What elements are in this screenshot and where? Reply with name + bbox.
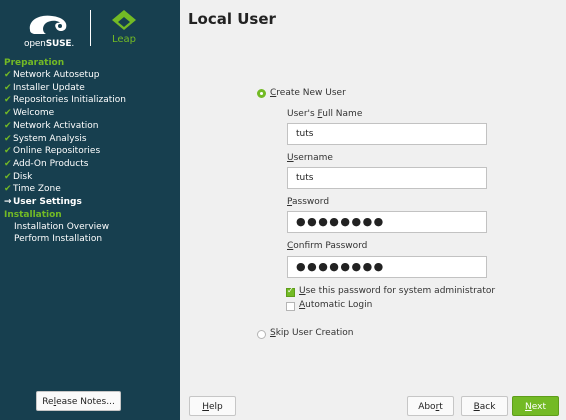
step-label: Welcome: [13, 108, 55, 119]
username-label: Username: [287, 153, 333, 163]
create-user-label[interactable]: Create New User: [270, 88, 346, 98]
step-label: Installation Overview: [14, 221, 110, 232]
install-step-installation-overview: Installation Overview: [0, 221, 180, 234]
completed-check-icon: ✔: [4, 171, 12, 182]
main-panel: Local User Create New User User's Full N…: [180, 0, 566, 420]
logo-area: openSUSE. Leap: [0, 0, 180, 55]
step-label: Time Zone: [13, 184, 61, 195]
prep-step-network-autosetup: ✔Network Autosetup: [0, 69, 180, 82]
step-label: Disk: [13, 171, 33, 182]
sidebar: openSUSE. Leap Preparation ✔Network Auto…: [0, 0, 180, 420]
prep-step-online-repositories: ✔Online Repositories: [0, 145, 180, 158]
abort-button[interactable]: Abort: [407, 396, 454, 416]
prep-step-time-zone: ✔Time Zone: [0, 183, 180, 196]
completed-check-icon: ✔: [4, 184, 12, 195]
create-user-radio[interactable]: [257, 89, 266, 98]
prep-step-add-on-products: ✔Add-On Products: [0, 158, 180, 171]
step-label: Network Autosetup: [13, 70, 100, 80]
completed-check-icon: ✔: [4, 133, 12, 144]
section-header-installation: Installation: [4, 209, 62, 220]
confirm-password-input[interactable]: ●●●●●●●●: [287, 256, 487, 278]
logo-divider: [90, 10, 91, 46]
prep-step-network-activation: ✔Network Activation: [0, 120, 180, 133]
step-label: User Settings: [13, 197, 82, 208]
prep-step-system-analysis: ✔System Analysis: [0, 133, 180, 146]
completed-check-icon: ✔: [4, 95, 12, 106]
install-step-perform-installation: Perform Installation: [0, 233, 180, 246]
release-notes-button[interactable]: Release Notes...: [36, 391, 121, 411]
back-button[interactable]: Back: [461, 396, 508, 416]
leap-logo: Leap: [106, 10, 146, 50]
completed-check-icon: ✔: [4, 70, 12, 80]
skip-user-radio[interactable]: [257, 330, 266, 339]
prep-step-installer-update: ✔Installer Update: [0, 82, 180, 95]
admin-password-label[interactable]: Use this password for system administrat…: [299, 286, 495, 296]
full-name-input[interactable]: tuts: [287, 123, 487, 145]
skip-user-label[interactable]: Skip User Creation: [270, 328, 353, 338]
leap-wordmark: Leap: [111, 34, 137, 45]
current-step-arrow-icon: →: [4, 197, 12, 208]
leap-diamond-icon: [112, 10, 136, 30]
completed-check-icon: ✔: [4, 82, 12, 93]
prep-step-user-settings: →User Settings: [0, 196, 180, 209]
step-label: Installer Update: [13, 82, 85, 93]
prep-step-repositories-initialization: ✔Repositories Initialization: [0, 94, 180, 107]
section-header-preparation: Preparation: [4, 58, 65, 68]
step-label: Perform Installation: [14, 234, 103, 245]
opensuse-wordmark: openSUSE.: [24, 39, 74, 49]
auto-login-checkbox[interactable]: [286, 302, 295, 311]
step-label: System Analysis: [13, 133, 87, 144]
next-button[interactable]: Next: [512, 396, 559, 416]
prep-step-disk: ✔Disk: [0, 171, 180, 184]
auto-login-label[interactable]: Automatic Login: [299, 300, 372, 310]
step-list: Preparation ✔Network Autosetup ✔Installer…: [0, 57, 180, 246]
completed-check-icon: ✔: [4, 120, 12, 131]
opensuse-logo: openSUSE.: [20, 10, 78, 50]
page-title: Local User: [188, 10, 276, 28]
help-button[interactable]: Help: [189, 396, 236, 416]
prep-step-welcome: ✔Welcome: [0, 107, 180, 120]
step-label: Online Repositories: [13, 146, 101, 157]
completed-check-icon: ✔: [4, 146, 12, 157]
completed-check-icon: ✔: [4, 158, 12, 169]
step-label: Add-On Products: [13, 158, 89, 169]
chameleon-icon: [29, 15, 67, 34]
password-input[interactable]: ●●●●●●●●: [287, 211, 487, 233]
step-label: Network Activation: [13, 120, 99, 131]
confirm-password-label: Confirm Password: [287, 241, 368, 251]
password-label: Password: [287, 197, 330, 207]
username-input[interactable]: tuts: [287, 167, 487, 189]
completed-check-icon: ✔: [4, 108, 12, 119]
admin-password-checkbox[interactable]: [286, 286, 295, 297]
step-label: Repositories Initialization: [13, 95, 127, 106]
full-name-label: User's Full Name: [287, 109, 363, 119]
